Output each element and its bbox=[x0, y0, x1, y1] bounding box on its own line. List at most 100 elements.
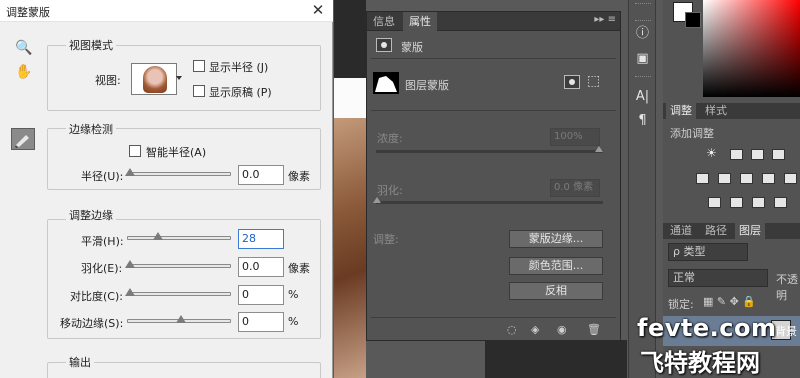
dialog-titlebar: 调整蒙版 ✕ bbox=[0, 0, 333, 22]
color-range-button[interactable]: 颜色范围... bbox=[509, 257, 603, 275]
feather-slider-track[interactable] bbox=[127, 264, 231, 268]
density-slider-thumb[interactable] bbox=[595, 146, 603, 152]
adjust-edge-label: 调整边缘 bbox=[66, 207, 116, 223]
tab-channels[interactable]: 通道 bbox=[666, 223, 696, 239]
density-slider-track[interactable] bbox=[376, 150, 603, 153]
info-icon[interactable]: ⓘ bbox=[634, 25, 651, 42]
brightness-icon[interactable]: ☀ bbox=[706, 146, 717, 160]
add-adjustment-label: 添加调整 bbox=[670, 127, 714, 140]
color-picker-field[interactable] bbox=[703, 0, 800, 97]
density-input[interactable]: 100% bbox=[550, 128, 600, 146]
smooth-slider-track[interactable] bbox=[127, 236, 231, 240]
properties-tabbar: 信息 属性 ▸▸ ≡ bbox=[367, 12, 620, 31]
radius-slider-thumb[interactable] bbox=[125, 168, 135, 176]
view-mode-label: 视图模式 bbox=[66, 37, 116, 53]
dock-grip[interactable] bbox=[635, 76, 651, 79]
smooth-label: 平滑(H): bbox=[81, 235, 124, 248]
pixel-mask-icon[interactable] bbox=[564, 75, 580, 89]
hand-tool-icon[interactable]: ✋ bbox=[15, 63, 33, 81]
radius-slider-track[interactable] bbox=[127, 172, 231, 176]
hue-saturation-icon[interactable] bbox=[718, 173, 731, 184]
smooth-input[interactable]: 28 bbox=[238, 229, 284, 249]
layer-kind-filter[interactable]: ρ 类型 bbox=[668, 243, 748, 261]
mask-header-label: 蒙版 bbox=[401, 41, 423, 54]
zoom-tool-icon[interactable]: 🔍 bbox=[15, 39, 33, 57]
contrast-slider-track[interactable] bbox=[127, 292, 231, 296]
shift-edge-input[interactable]: 0 bbox=[238, 312, 284, 332]
layer-name: 背景 bbox=[775, 325, 797, 338]
tab-adjustments[interactable]: 调整 bbox=[666, 103, 696, 119]
show-radius-label: 显示半径 (J) bbox=[209, 61, 269, 74]
smooth-slider-thumb[interactable] bbox=[153, 232, 163, 240]
posterize-icon[interactable] bbox=[730, 197, 743, 208]
color-balance-icon[interactable] bbox=[740, 173, 753, 184]
adjustments-tabbar: 调整 样式 bbox=[663, 103, 800, 119]
apply-mask-icon[interactable]: ◈ bbox=[531, 323, 539, 336]
adjust-label: 调整: bbox=[373, 233, 399, 246]
feather-label: 羽化(E): bbox=[81, 262, 123, 275]
threshold-icon[interactable] bbox=[752, 197, 765, 208]
photo-filter-icon[interactable] bbox=[762, 173, 775, 184]
chevron-down-icon bbox=[176, 76, 182, 80]
properties-divider bbox=[371, 110, 616, 111]
gradient-map-icon[interactable] bbox=[774, 197, 787, 208]
vibrance-icon[interactable] bbox=[696, 173, 709, 184]
invert-adjustment-icon[interactable] bbox=[708, 197, 721, 208]
layer-mask-thumbnail[interactable] bbox=[373, 72, 399, 94]
feather-slider-thumb[interactable] bbox=[373, 197, 381, 203]
blend-mode-select[interactable]: 正常 bbox=[668, 269, 768, 287]
smart-radius-label: 智能半径(A) bbox=[146, 146, 207, 159]
dock-grip[interactable] bbox=[635, 3, 651, 6]
feather-input[interactable]: 0.0 像素 bbox=[550, 179, 600, 197]
tab-properties[interactable]: 属性 bbox=[403, 12, 437, 31]
layer-mask-label: 图层蒙版 bbox=[405, 79, 449, 92]
mask-edge-button[interactable]: 蒙版边缘... bbox=[509, 230, 603, 248]
feather-slider-thumb[interactable] bbox=[125, 260, 135, 268]
refine-mask-dialog: 调整蒙版 ✕ 🔍 ✋ 视图模式 视图: 显示半径 (J) 显示原稿 (P) 边缘… bbox=[0, 0, 333, 378]
contrast-slider-thumb[interactable] bbox=[125, 288, 135, 296]
properties-panel: 信息 属性 ▸▸ ≡ 蒙版 图层蒙版 ⬚ 浓度: 100% 羽化: 0.0 像素… bbox=[366, 11, 621, 341]
feather-slider-track[interactable] bbox=[376, 201, 603, 204]
view-thumbnail-dropdown[interactable] bbox=[131, 63, 182, 95]
shift-edge-slider-thumb[interactable] bbox=[176, 315, 186, 323]
feather-label: 羽化: bbox=[377, 184, 403, 197]
tab-info[interactable]: 信息 bbox=[367, 12, 401, 31]
invert-button[interactable]: 反相 bbox=[509, 282, 603, 300]
visibility-eye-icon[interactable]: ◉ bbox=[557, 323, 567, 336]
lock-icons[interactable]: ▦ ✎ ✥ 🔒 bbox=[703, 295, 756, 308]
contrast-input[interactable]: 0 bbox=[238, 285, 284, 305]
radius-input[interactable]: 0.0 bbox=[238, 165, 284, 185]
paragraph-icon[interactable]: ¶ bbox=[634, 112, 651, 129]
trash-icon[interactable]: 🗑 bbox=[587, 323, 601, 336]
contrast-label: 对比度(C): bbox=[70, 290, 123, 303]
tab-styles[interactable]: 样式 bbox=[701, 103, 731, 119]
smart-radius-checkbox[interactable] bbox=[129, 145, 141, 157]
thumbnail-image bbox=[143, 66, 167, 93]
density-label: 浓度: bbox=[377, 132, 403, 145]
dock-grip[interactable] bbox=[635, 20, 651, 23]
exposure-icon[interactable] bbox=[772, 149, 785, 160]
tab-paths[interactable]: 路径 bbox=[701, 223, 731, 239]
levels-icon[interactable] bbox=[730, 149, 743, 160]
feather-input[interactable]: 0.0 bbox=[238, 257, 284, 277]
document-canvas[interactable] bbox=[334, 0, 366, 378]
tab-layers[interactable]: 图层 bbox=[735, 223, 765, 239]
watermark-domain: fevte.com bbox=[637, 314, 777, 342]
canvas-photo-hair bbox=[334, 118, 366, 378]
feather-unit: 像素 bbox=[288, 262, 310, 275]
show-radius-checkbox[interactable] bbox=[193, 60, 205, 72]
radius-unit: 像素 bbox=[288, 170, 310, 183]
close-icon[interactable]: ✕ bbox=[309, 1, 327, 19]
refine-radius-brush-icon[interactable] bbox=[11, 128, 35, 150]
mask-header-icon bbox=[376, 38, 392, 52]
background-color-swatch[interactable] bbox=[685, 12, 701, 28]
panel-menu-icon[interactable]: ▸▸ ≡ bbox=[594, 14, 616, 25]
canvas-dark-area bbox=[485, 340, 627, 378]
character-icon[interactable]: A| bbox=[634, 88, 651, 105]
load-selection-icon[interactable]: ◌ bbox=[507, 323, 517, 336]
vector-mask-add-icon[interactable]: ⬚ bbox=[587, 73, 600, 89]
show-original-checkbox[interactable] bbox=[193, 85, 205, 97]
curves-icon[interactable] bbox=[751, 149, 764, 160]
channel-mixer-icon[interactable] bbox=[784, 173, 797, 184]
properties-icon[interactable]: ▣ bbox=[634, 50, 651, 67]
